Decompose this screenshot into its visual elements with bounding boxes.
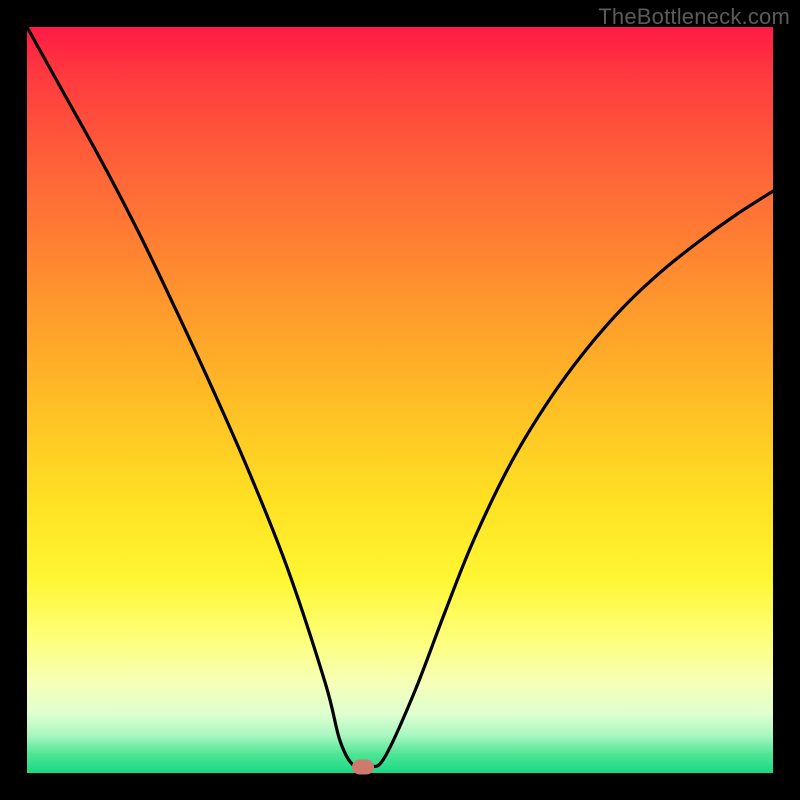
optimal-point-marker — [352, 760, 374, 775]
watermark-text: TheBottleneck.com — [598, 4, 790, 30]
bottleneck-curve — [27, 27, 773, 773]
plot-area — [27, 27, 773, 773]
chart-frame: TheBottleneck.com — [0, 0, 800, 800]
